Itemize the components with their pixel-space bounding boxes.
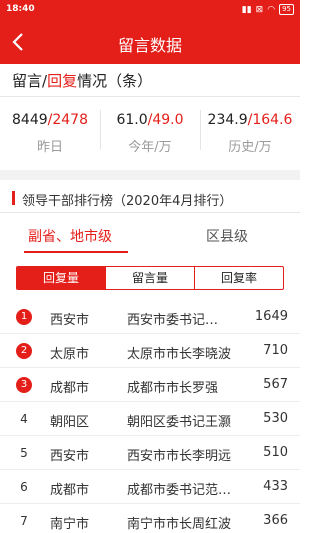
leader-name: 西安市委书记… — [127, 313, 219, 328]
stat-value-b: 49.0 — [152, 112, 184, 128]
overview-title-part2: 情况（条） — [77, 72, 153, 90]
rank-badge: 2 — [16, 343, 32, 359]
stat-history: 234.9/164.6 历史/万 — [200, 102, 300, 162]
city: 成都市 — [50, 483, 90, 498]
count: 510 — [263, 445, 288, 460]
status-bar: 18:40 ▮▮ ⊠ ◠ 95 — [0, 0, 300, 20]
count: 366 — [263, 513, 288, 528]
count: 530 — [263, 411, 288, 426]
rank-number: 6 — [20, 480, 28, 494]
ranking-title-text: 领导干部排行榜（2020年4月排行） — [22, 194, 233, 209]
tab-provincial-city[interactable]: 副省、地市级 — [28, 226, 112, 246]
stat-this-year: 61.0/49.0 今年/万 — [100, 102, 200, 162]
count: 710 — [263, 343, 288, 358]
metric-tabs: 回复量 留言量 回复率 — [16, 266, 284, 290]
wifi-icon: ◠ — [267, 4, 276, 15]
table-row[interactable]: 3 成都市 成都市市长罗强 567 — [0, 368, 300, 402]
overview-title-part1: 留言/ — [12, 72, 48, 90]
network-icon: ▮▮ — [241, 4, 252, 15]
rank-badge: 1 — [16, 309, 32, 325]
ranking-title: 领导干部排行榜（2020年4月排行） — [12, 190, 232, 209]
rank-number: 7 — [20, 514, 28, 528]
count: 433 — [263, 479, 288, 494]
stat-value-b: 164.6 — [252, 112, 293, 128]
city: 成都市 — [50, 381, 90, 396]
overview-title: 留言/回复情况（条） — [12, 70, 152, 91]
rank-badge: 3 — [16, 377, 32, 393]
stat-value-a: 61.0 — [116, 112, 148, 128]
city: 朝阳区 — [50, 415, 90, 430]
page-title: 留言数据 — [117, 36, 182, 55]
app-bar: 留言数据 — [0, 20, 300, 64]
stats-row: 8449/2478 昨日 61.0/49.0 今年/万 234.9/164.6 … — [0, 102, 300, 162]
table-row[interactable]: 5 西安市 西安市市长李明远 510 — [0, 436, 300, 470]
overview-title-red: 回复 — [47, 72, 78, 90]
status-time: 18:40 — [6, 4, 35, 14]
table-row[interactable]: 1 西安市 西安市委书记… 1649 — [0, 300, 300, 334]
stat-value-a: 234.9 — [207, 112, 248, 128]
leader-name: 南宁市市长周红波 — [127, 517, 232, 532]
city: 太原市 — [50, 347, 90, 362]
stat-label: 昨日 — [36, 140, 63, 155]
tab-reply-count[interactable]: 回复量 — [17, 267, 105, 289]
divider — [0, 96, 300, 97]
count: 1649 — [254, 309, 288, 324]
table-row[interactable]: 2 太原市 太原市市长李晓波 710 — [0, 334, 300, 368]
table-row[interactable]: 4 朝阳区 朝阳区委书记王灏 530 — [0, 402, 300, 436]
count: 567 — [263, 377, 288, 392]
scope-tabs: 副省、地市级 区县级 — [0, 220, 300, 260]
rank-number: 4 — [20, 412, 28, 426]
leader-name: 太原市市长李晓波 — [127, 347, 232, 362]
city: 西安市 — [50, 449, 90, 464]
status-icons: ▮▮ ⊠ ◠ 95 — [242, 4, 294, 15]
city: 西安市 — [50, 313, 90, 328]
leader-name: 成都市市长罗强 — [127, 381, 219, 396]
section-gap — [0, 170, 300, 180]
stat-label: 历史/万 — [228, 140, 272, 155]
leader-name: 西安市市长李明远 — [127, 449, 232, 464]
tab-district-county[interactable]: 区县级 — [206, 226, 248, 246]
stat-value-a: 8449 — [12, 112, 48, 128]
tab-message-count[interactable]: 留言量 — [105, 267, 194, 289]
stat-value-b: 2478 — [52, 112, 88, 128]
city: 南宁市 — [50, 517, 90, 532]
battery-icon: 95 — [279, 4, 294, 15]
leader-name: 成都市委书记范… — [127, 483, 232, 498]
tab-reply-rate[interactable]: 回复率 — [194, 267, 283, 289]
stat-label: 今年/万 — [128, 140, 172, 155]
stat-yesterday: 8449/2478 昨日 — [0, 102, 100, 162]
leader-name: 朝阳区委书记王灏 — [127, 415, 232, 430]
table-row[interactable]: 7 南宁市 南宁市市长周红波 366 — [0, 504, 300, 533]
table-row[interactable]: 6 成都市 成都市委书记范… 433 — [0, 470, 300, 504]
dnd-icon: ⊠ — [255, 4, 264, 15]
ranking-list: 1 西安市 西安市委书记… 1649 2 太原市 太原市市长李晓波 710 3 … — [0, 300, 300, 533]
active-tab-indicator — [24, 251, 128, 253]
divider — [0, 212, 300, 213]
rank-number: 5 — [20, 446, 28, 460]
